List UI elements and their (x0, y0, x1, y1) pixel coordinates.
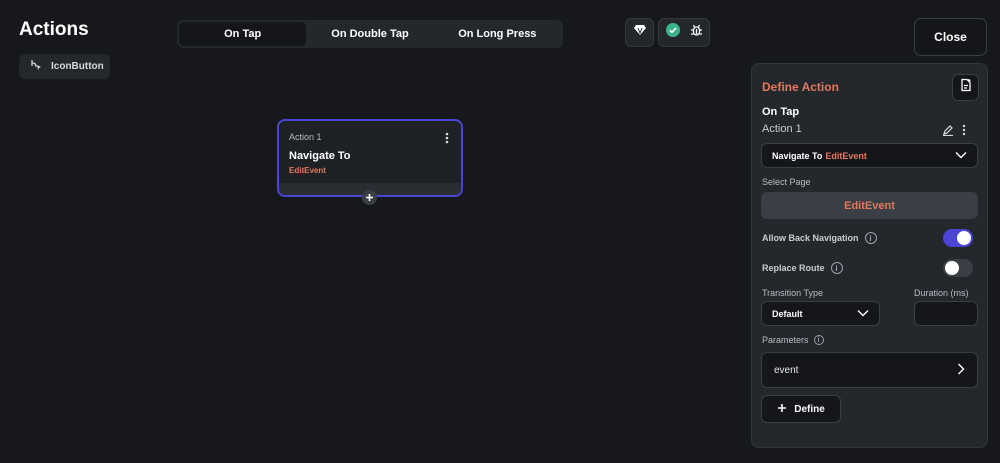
allow-back-label: Allow Back Navigation (762, 233, 859, 243)
parameter-name: event (774, 364, 799, 376)
toggle-knob (945, 261, 959, 275)
duration-label: Duration (ms) (914, 288, 969, 298)
chevron-down-icon (955, 151, 967, 161)
gem-button[interactable] (625, 18, 654, 47)
define-action-panel: Define Action On Tap Action 1 Navigate T… (751, 63, 988, 448)
tab-on-double-tap[interactable]: On Double Tap (306, 22, 433, 46)
select-page-label: Select Page (762, 177, 811, 187)
allow-back-navigation-row: Allow Back Navigation i (762, 232, 877, 244)
info-icon[interactable]: i (864, 232, 877, 244)
node-label: Action 1 (289, 132, 322, 142)
widget-chip-label: IconButton (51, 61, 104, 72)
select-page-button[interactable]: EditEvent (761, 192, 978, 219)
chevron-down-icon (857, 309, 869, 319)
trigger-name: On Tap (762, 106, 800, 118)
more-vertical-icon[interactable] (962, 123, 966, 141)
plus-icon (365, 189, 374, 207)
info-icon[interactable]: i (830, 262, 843, 274)
node-title: Navigate To (289, 150, 351, 162)
trigger-tabs: On Tap On Double Tap On Long Press (177, 20, 563, 48)
add-doc-button[interactable] (952, 74, 979, 101)
tab-on-tap[interactable]: On Tap (179, 22, 307, 46)
action-name: Action 1 (762, 123, 802, 135)
close-button[interactable]: Close (914, 18, 987, 56)
debug-button-group[interactable] (658, 18, 710, 47)
replace-route-toggle[interactable] (943, 259, 973, 277)
parameter-item[interactable]: event (761, 352, 978, 388)
action-tools (942, 123, 966, 141)
branch-pointer-icon (29, 58, 43, 75)
transition-type-label: Transition Type (762, 288, 824, 298)
more-vertical-icon[interactable] (445, 131, 449, 149)
chevron-right-icon (957, 363, 965, 378)
page-title: Actions (19, 19, 89, 40)
gem-icon (633, 23, 647, 42)
tab-on-long-press[interactable]: On Long Press (434, 22, 561, 46)
allow-back-toggle[interactable] (943, 229, 973, 247)
pencil-icon[interactable] (942, 123, 954, 141)
transition-type-select[interactable]: Default (761, 301, 880, 326)
parameters-label: Parameters (762, 335, 809, 345)
add-action-button[interactable] (362, 190, 377, 205)
action-target-label: EditEvent (825, 150, 867, 161)
action-type-select[interactable]: Navigate To EditEvent (761, 143, 978, 168)
document-add-icon (959, 78, 973, 97)
transition-type-value: Default (772, 308, 803, 319)
define-label: Define (794, 403, 825, 415)
action-node[interactable]: Action 1 Navigate To EditEvent (277, 119, 463, 197)
replace-route-row: Replace Route i (762, 262, 843, 274)
widget-chip[interactable]: IconButton (19, 54, 110, 79)
node-target: EditEvent (289, 166, 326, 175)
define-parameter-button[interactable]: Define (761, 395, 841, 423)
replace-route-label: Replace Route (762, 263, 825, 273)
parameters-row: Parameters i (762, 335, 824, 345)
action-type-label: Navigate To (772, 150, 823, 161)
check-circle-icon (665, 22, 681, 43)
info-icon[interactable]: i (813, 335, 824, 345)
panel-title: Define Action (762, 80, 839, 94)
bug-icon (689, 23, 704, 43)
plus-icon (777, 403, 787, 416)
duration-field[interactable] (914, 301, 978, 326)
toggle-knob (957, 231, 971, 245)
